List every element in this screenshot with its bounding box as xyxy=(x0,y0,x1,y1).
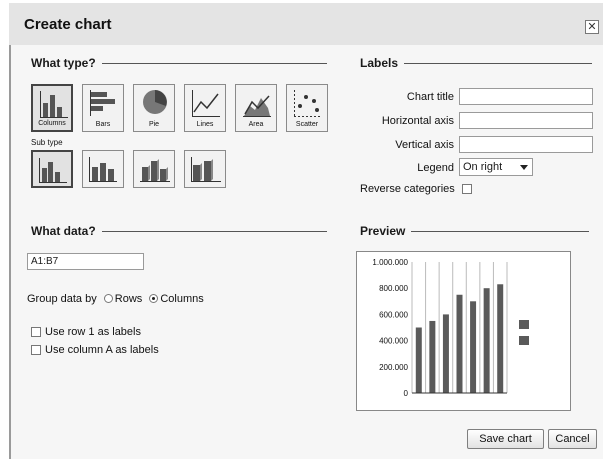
section-divider xyxy=(404,62,593,64)
preview-section: Preview xyxy=(360,224,590,238)
subtype-3d-stacked-button[interactable] xyxy=(184,150,226,188)
chart-type-scatter-button[interactable]: Scatter xyxy=(286,84,328,132)
section-divider xyxy=(101,230,327,232)
use-column-a-checkbox[interactable] xyxy=(31,345,41,355)
vertical-axis-input[interactable] xyxy=(459,136,593,153)
chart-title-input[interactable] xyxy=(459,88,593,105)
chart-type-label: Pie xyxy=(148,121,160,128)
3d-stacked-columns-icon xyxy=(191,157,221,182)
legend-select[interactable]: On right xyxy=(459,158,533,176)
section-divider xyxy=(101,62,327,64)
rows-label: Rows xyxy=(114,293,143,305)
chart-type-area-button[interactable]: Area xyxy=(235,84,277,132)
group-by-columns-radio[interactable] xyxy=(149,294,159,303)
group-data-label: Group data by xyxy=(27,293,97,305)
stacked-columns-icon xyxy=(89,157,117,182)
section-divider xyxy=(411,230,590,232)
clustered-columns-icon xyxy=(39,158,67,183)
legend-select-value: On right xyxy=(463,161,503,173)
bar xyxy=(483,288,490,393)
what-data-section: What data? xyxy=(31,224,327,238)
chart-type-label: Columns xyxy=(38,120,66,127)
cancel-button[interactable]: Cancel xyxy=(548,429,597,449)
chart-type-pie-button[interactable]: Pie xyxy=(133,84,175,132)
reverse-categories-checkbox[interactable] xyxy=(462,184,472,194)
close-icon[interactable]: ✕ xyxy=(585,20,599,34)
chart-type-label: Lines xyxy=(196,121,214,128)
horizontal-axis-input[interactable] xyxy=(459,112,593,129)
chart-type-label: Bars xyxy=(95,121,111,128)
use-row1-checkbox[interactable] xyxy=(31,327,41,337)
bar xyxy=(442,314,449,393)
y-tick-label: 600.000 xyxy=(379,310,408,319)
bar xyxy=(415,327,422,393)
data-range-input[interactable]: A1:B7 xyxy=(27,253,144,270)
columns-chart-icon xyxy=(40,91,68,118)
3d-clustered-columns-icon xyxy=(140,159,170,182)
columns-label: Columns xyxy=(160,293,204,305)
bar xyxy=(497,284,504,393)
preview-chart: 1.000.000 800.000 600.000 400.000 200.000 0 xyxy=(372,258,529,398)
area-chart-icon xyxy=(243,95,271,117)
scatter-chart-icon xyxy=(294,90,322,117)
what-data-heading: What data? xyxy=(31,224,96,238)
use-row1-label: Use row 1 as labels xyxy=(45,326,141,338)
what-type-section: What type? xyxy=(31,56,327,70)
labels-section: Labels xyxy=(360,56,593,70)
y-tick-label: 0 xyxy=(404,389,409,398)
y-tick-label: 400.000 xyxy=(379,337,408,346)
use-column-a-label: Use column A as labels xyxy=(45,344,159,356)
chart-preview: 1.000.000 800.000 600.000 400.000 200.000 0 xyxy=(356,251,571,411)
chevron-down-icon xyxy=(520,165,528,170)
chart-type-bars-button[interactable]: Bars xyxy=(82,84,124,132)
chart-type-lines-button[interactable]: Lines xyxy=(184,84,226,132)
subtype-3d-clustered-button[interactable] xyxy=(133,150,175,188)
dialog-title: Create chart xyxy=(24,16,112,33)
y-tick-label: 1.000.000 xyxy=(372,258,408,267)
bar xyxy=(456,294,463,393)
bar xyxy=(429,320,436,393)
pie-chart-icon xyxy=(143,90,167,114)
chart-type-label: Scatter xyxy=(295,121,319,128)
bars-chart-icon xyxy=(90,90,115,116)
sub-type-label: Sub type xyxy=(31,138,63,147)
legend-label: Legend xyxy=(417,162,454,174)
chart-type-columns-button[interactable]: Columns xyxy=(31,84,73,132)
what-type-heading: What type? xyxy=(31,56,96,70)
bar xyxy=(470,301,477,393)
chart-title-label: Chart title xyxy=(406,91,454,103)
save-chart-button[interactable]: Save chart xyxy=(467,429,544,449)
lines-chart-icon xyxy=(192,90,220,117)
group-by-rows-radio[interactable] xyxy=(103,294,113,303)
legend-swatch xyxy=(519,336,529,345)
vertical-axis-label: Vertical axis xyxy=(395,139,454,151)
y-tick-label: 200.000 xyxy=(379,363,408,372)
labels-heading: Labels xyxy=(360,56,399,70)
reverse-categories-label: Reverse categories xyxy=(360,183,455,195)
chart-type-label: Area xyxy=(248,121,264,128)
legend-swatch xyxy=(519,320,529,329)
preview-heading: Preview xyxy=(360,224,406,238)
subtype-stacked-button[interactable] xyxy=(82,150,124,188)
group-data-row: Group data by Rows Columns xyxy=(27,293,204,305)
horizontal-axis-label: Horizontal axis xyxy=(381,115,454,127)
y-tick-label: 800.000 xyxy=(379,284,408,293)
subtype-clustered-button[interactable] xyxy=(31,150,73,188)
